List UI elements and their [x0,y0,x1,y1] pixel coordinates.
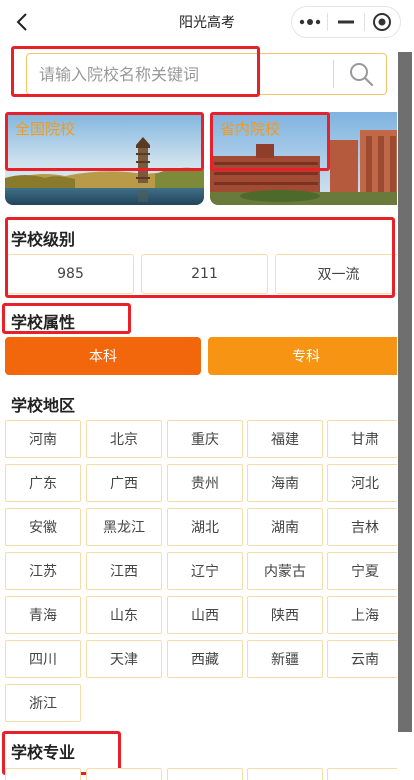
region-option[interactable]: 浙江 [5,684,81,722]
scrollbar-thumb[interactable] [398,52,412,732]
region-option[interactable]: 天津 [86,640,162,678]
major-option-peek[interactable] [327,768,403,780]
region-option[interactable]: 河南 [5,420,81,458]
attribute-button-zhuanke[interactable]: 专科 [208,337,404,375]
region-option[interactable]: 贵州 [167,464,243,502]
level-option-211[interactable]: 211 [141,254,268,294]
minimize-icon[interactable] [328,7,363,37]
region-option[interactable]: 重庆 [167,420,243,458]
region-option[interactable]: 黑龙江 [86,508,162,546]
region-option[interactable]: 湖北 [167,508,243,546]
region-option[interactable]: 安徽 [5,508,81,546]
search-input[interactable] [39,54,329,94]
region-option[interactable]: 北京 [86,420,162,458]
region-option[interactable]: 江西 [86,552,162,590]
region-option[interactable]: 福建 [247,420,323,458]
region-option[interactable]: 宁夏 [327,552,403,590]
search-divider [333,60,334,88]
nav-bar: 阳光高考 [0,0,414,44]
region-option[interactable]: 广东 [5,464,81,502]
region-option[interactable]: 辽宁 [167,552,243,590]
section-title-level: 学校级别 [11,230,76,249]
region-option[interactable]: 青海 [5,596,81,634]
attribute-button-benke[interactable]: 本科 [5,337,201,375]
region-option[interactable]: 广西 [86,464,162,502]
card-provincial-schools[interactable]: 省内院校 [210,112,409,205]
region-option[interactable]: 四川 [5,640,81,678]
major-option-peek[interactable] [5,768,81,780]
card-national-schools[interactable]: 全国院校 [5,112,204,205]
major-option-peek[interactable] [247,768,323,780]
search-icon[interactable] [335,54,387,94]
region-option[interactable]: 云南 [327,640,403,678]
region-option[interactable]: 西藏 [167,640,243,678]
search-box [26,53,387,95]
card-label-national: 全国院校 [15,120,76,138]
section-title-major: 学校专业 [11,743,76,762]
mini-program-capsule [291,6,401,38]
section-title-attribute: 学校属性 [11,313,76,332]
region-option[interactable]: 海南 [247,464,323,502]
card-label-provincial: 省内院校 [220,120,281,138]
region-option[interactable]: 河北 [327,464,403,502]
region-option[interactable]: 湖南 [247,508,323,546]
region-option[interactable]: 山东 [86,596,162,634]
region-option[interactable]: 江苏 [5,552,81,590]
section-title-region: 学校地区 [11,396,76,415]
region-option[interactable]: 陕西 [247,596,323,634]
level-option-985[interactable]: 985 [7,254,134,294]
major-option-peek[interactable] [167,768,243,780]
region-option[interactable]: 上海 [327,596,403,634]
target-close-icon[interactable] [365,7,400,37]
region-option[interactable]: 吉林 [327,508,403,546]
region-option[interactable]: 甘肃 [327,420,403,458]
level-option-double-first-class[interactable]: 双一流 [275,254,402,294]
major-option-peek[interactable] [86,768,162,780]
region-option[interactable]: 内蒙古 [247,552,323,590]
region-option[interactable]: 山西 [167,596,243,634]
more-dots-icon[interactable] [292,7,327,37]
region-option[interactable]: 新疆 [247,640,323,678]
